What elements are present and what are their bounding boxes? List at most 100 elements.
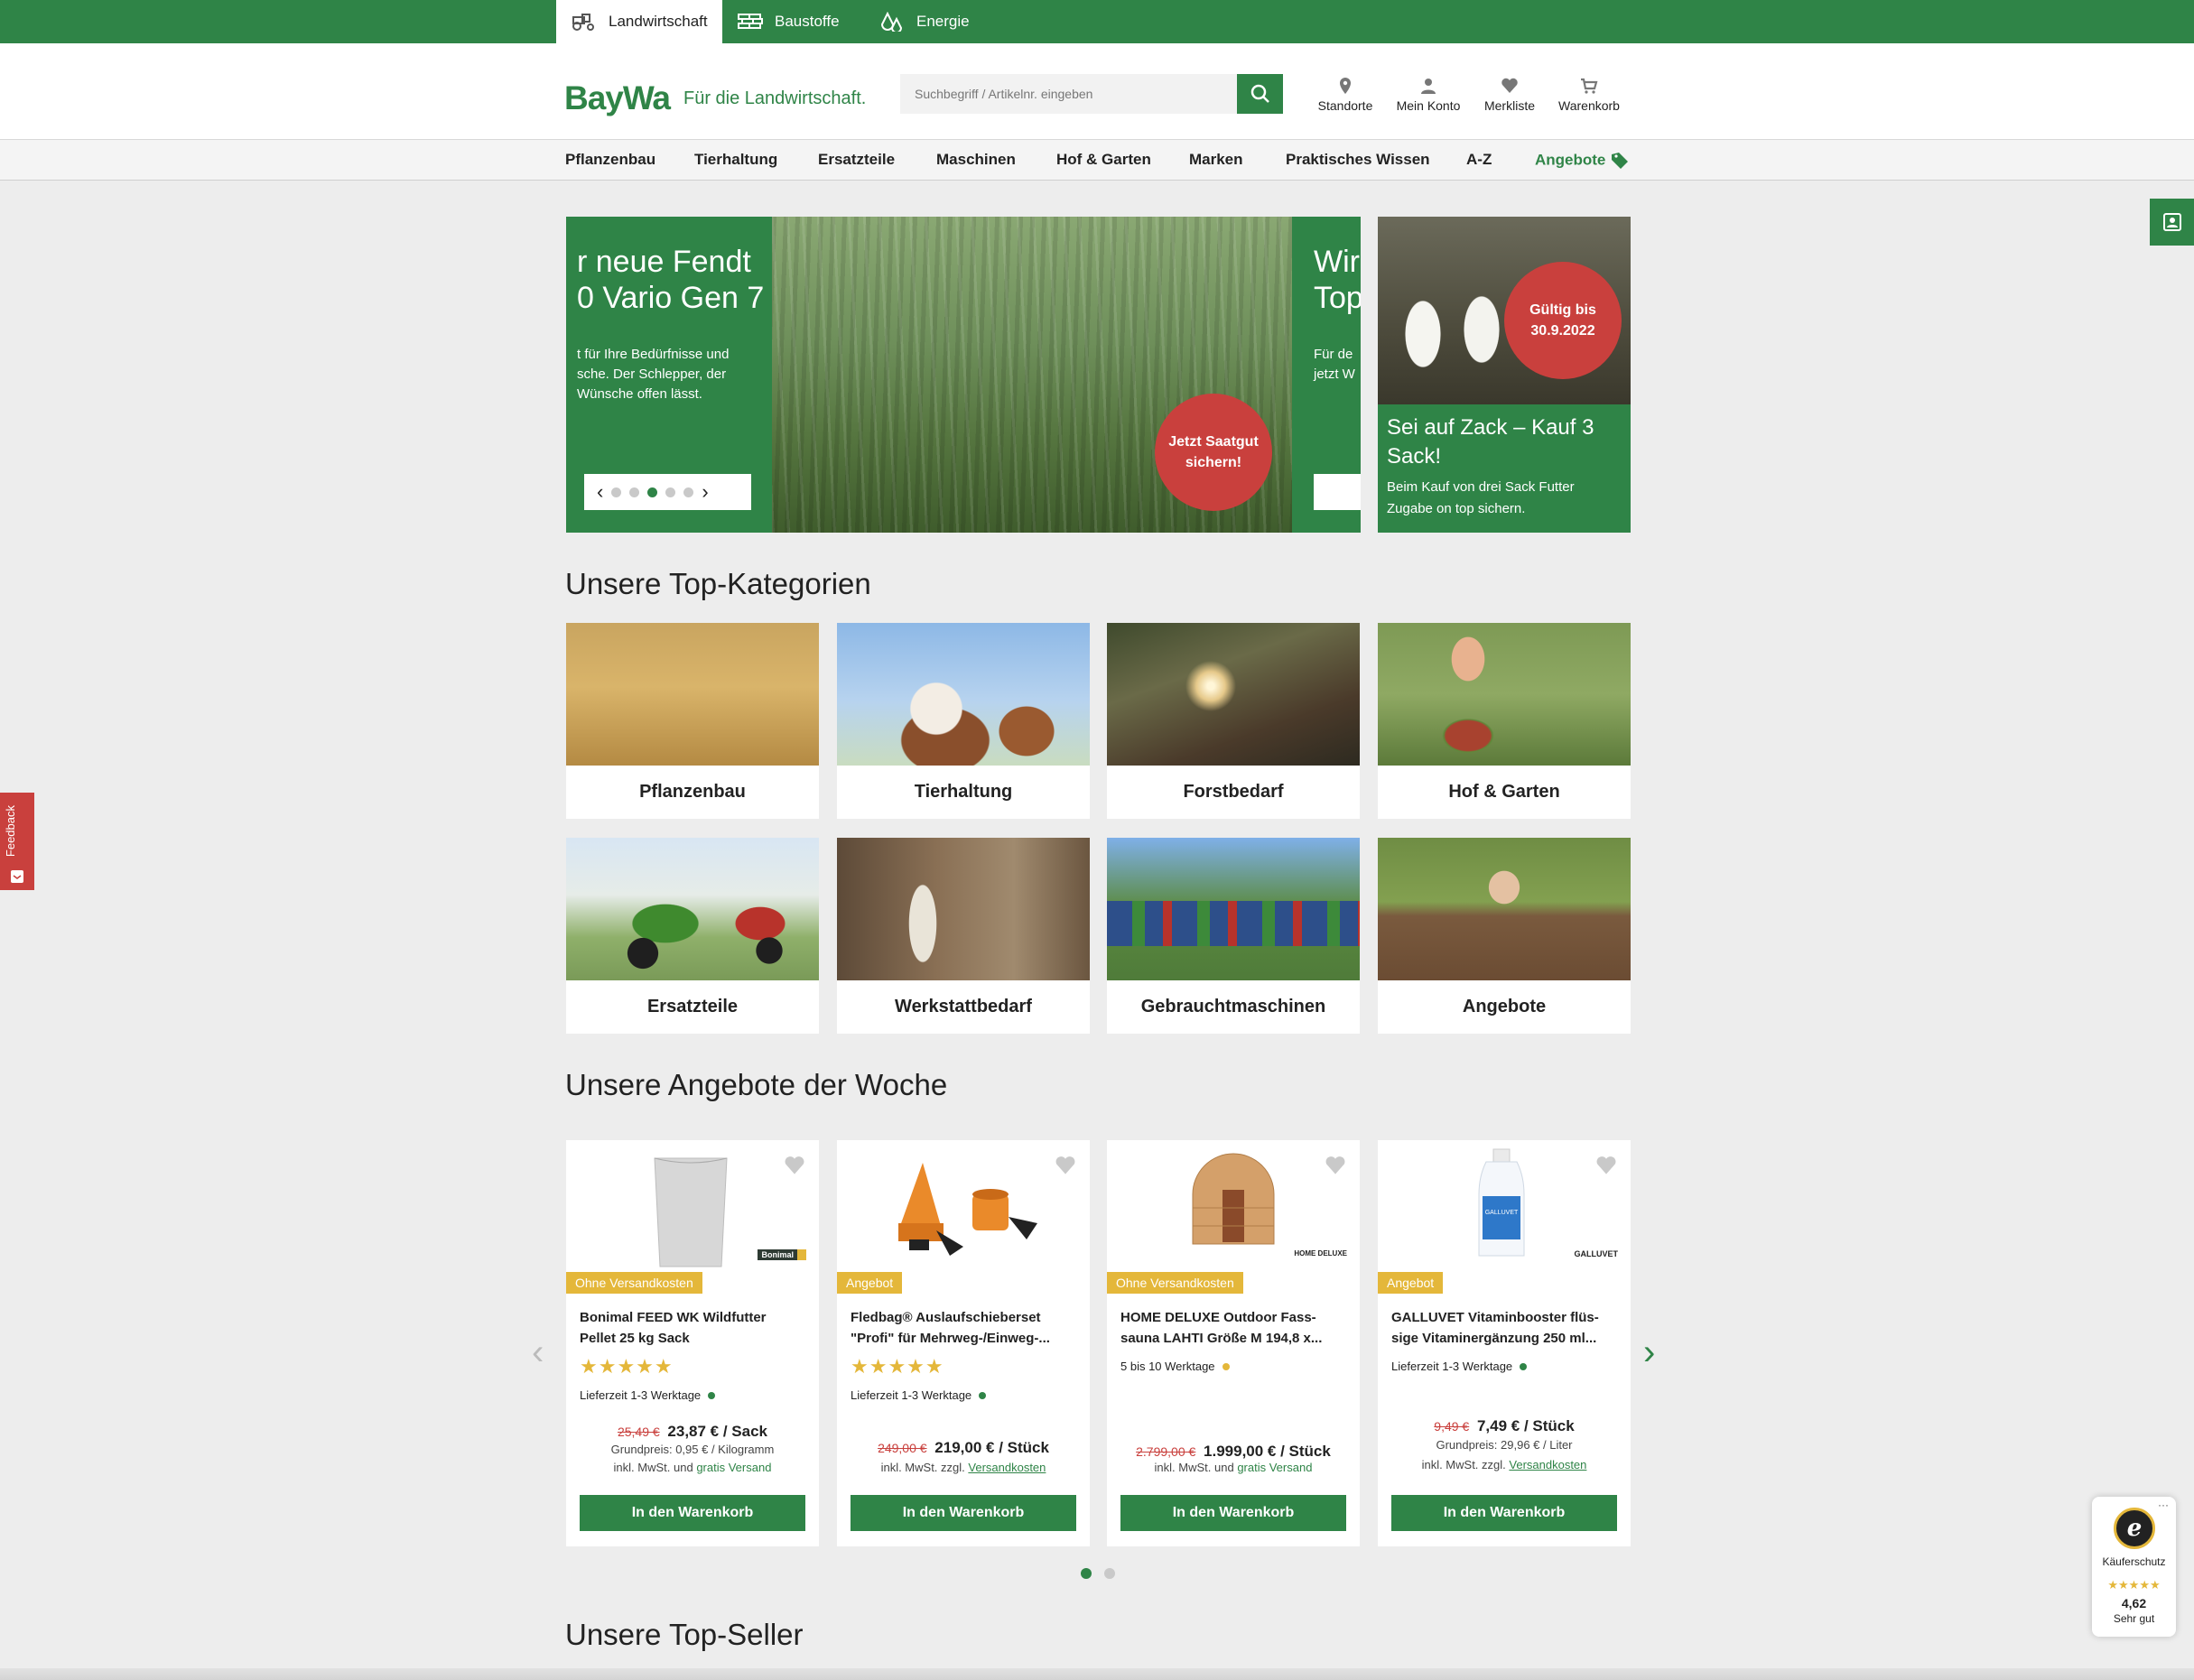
hero-text: t für Ihre Bedürfnisse und sche. Der Sch…: [577, 347, 730, 402]
chevron-right-icon[interactable]: ›: [1643, 1334, 1655, 1370]
tab-label: Landwirtschaft: [609, 13, 708, 30]
category-label: Tierhaltung: [914, 782, 1013, 802]
pagination-dot-active[interactable]: [1081, 1568, 1092, 1579]
header-warenkorb[interactable]: Warenkorb: [1544, 77, 1634, 113]
product-card[interactable]: GALLUVET GALLUVET Angebot GALLUVET Vitam…: [1378, 1140, 1631, 1546]
nav-item-ersatzteile[interactable]: Ersatzteile: [818, 151, 895, 169]
heart-icon[interactable]: [1054, 1155, 1077, 1176]
nav-item-praktisches-wissen[interactable]: Praktisches Wissen: [1286, 151, 1430, 169]
product-title[interactable]: HOME DELUXE Outdoor Fass- sauna LAHTI Gr…: [1120, 1307, 1351, 1349]
tax-prefix: inkl. MwSt. und: [613, 1461, 693, 1474]
trusted-shops-badge[interactable]: ··· e Käuferschutz ★★★★★ 4,62 Sehr gut: [2092, 1497, 2176, 1637]
pagination-dot[interactable]: [1104, 1568, 1115, 1579]
category-forstbedarf[interactable]: Forstbedarf: [1107, 623, 1360, 819]
add-to-cart-button[interactable]: In den Warenkorb: [851, 1495, 1076, 1531]
product-card[interactable]: Angebot Fledbag® Auslaufschieberset "Pro…: [837, 1140, 1090, 1546]
nav-item-a-z[interactable]: A-Z: [1466, 151, 1492, 169]
category-image: [837, 623, 1090, 766]
price-line: 9,49 € 7,49 € / Stück: [1378, 1417, 1631, 1435]
carousel-dot-active[interactable]: [647, 487, 658, 497]
category-image: [837, 838, 1090, 980]
nav-item-tierhaltung[interactable]: Tierhaltung: [694, 151, 777, 169]
category-gebrauchtmaschinen[interactable]: Gebrauchtmaschinen: [1107, 838, 1360, 1034]
next-slide-text: Für de jetzt W: [1314, 347, 1355, 382]
delivery-info: Lieferzeit 1-3 Werktage: [580, 1388, 716, 1402]
base-price: Grundpreis: 29,96 € / Liter: [1436, 1438, 1573, 1452]
category-pflanzenbau[interactable]: Pflanzenbau: [566, 623, 819, 819]
tab-baustoffe[interactable]: Baustoffe: [722, 0, 854, 43]
tab-energie[interactable]: Energie: [864, 0, 984, 43]
shipping-link[interactable]: gratis Versand: [696, 1461, 771, 1474]
carousel-dot[interactable]: [683, 487, 694, 497]
availability-dot: [1520, 1362, 1528, 1370]
category-angebote[interactable]: Angebote: [1378, 838, 1631, 1034]
product-badge: Angebot: [1378, 1272, 1444, 1294]
delivery-text: 5 bis 10 Werktage: [1120, 1360, 1215, 1373]
energy-drops-icon: [880, 12, 903, 32]
delivery-text: Lieferzeit 1-3 Werktage: [580, 1388, 702, 1402]
product-title[interactable]: GALLUVET Vitaminbooster flüs- sige Vitam…: [1391, 1307, 1622, 1349]
contact-tab[interactable]: [2150, 199, 2194, 246]
category-ersatzteile[interactable]: Ersatzteile: [566, 838, 819, 1034]
category-hof-garten[interactable]: Hof & Garten: [1378, 623, 1631, 819]
nav-item-maschinen[interactable]: Maschinen: [936, 151, 1016, 169]
carousel-dot[interactable]: [629, 487, 640, 497]
nav-item-marken[interactable]: Marken: [1189, 151, 1243, 169]
category-image: [1378, 623, 1631, 766]
brand-logo: GALLUVET: [1574, 1249, 1619, 1258]
location-pin-icon: [1340, 78, 1351, 94]
category-werkstattbedarf[interactable]: Werkstattbedarf: [837, 838, 1090, 1034]
shipping-link[interactable]: Versandkosten: [1509, 1458, 1586, 1471]
search-button[interactable]: [1237, 74, 1283, 114]
section-title-categories: Unsere Top-Kategorien: [565, 567, 871, 600]
feedback-tab[interactable]: Feedback: [0, 793, 34, 890]
carousel-controls: ‹ ›: [584, 474, 751, 510]
product-card[interactable]: HOME DELUXE Ohne Versandkosten HOME DELU…: [1107, 1140, 1360, 1546]
product-title[interactable]: Fledbag® Auslaufschieberset "Profi" für …: [851, 1307, 1081, 1349]
header-merkliste[interactable]: Merkliste: [1464, 77, 1555, 113]
tab-landwirtschaft[interactable]: Landwirtschaft: [556, 0, 722, 43]
chevron-left-icon[interactable]: ‹: [597, 482, 603, 502]
baywa-logo[interactable]: BayWa: [564, 79, 671, 117]
shipping-link[interactable]: gratis Versand: [1237, 1461, 1312, 1474]
search-input[interactable]: [900, 74, 1237, 114]
current-price: 219,00 € / Stück: [934, 1439, 1049, 1456]
category-tierhaltung[interactable]: Tierhaltung: [837, 623, 1090, 819]
old-price: 249,00 €: [878, 1441, 927, 1455]
nav-item-angebote[interactable]: Angebote: [1535, 151, 1630, 171]
price-tag-icon: [1612, 153, 1629, 169]
header-icon-label: Standorte: [1317, 98, 1373, 113]
heart-icon[interactable]: [1594, 1155, 1618, 1176]
category-label: Werkstattbedarf: [895, 997, 1032, 1016]
product-title[interactable]: Bonimal FEED WK Wildfutter Pellet 25 kg …: [580, 1307, 810, 1349]
chevron-right-icon[interactable]: ›: [702, 482, 708, 502]
trust-seal-icon: e: [2114, 1508, 2155, 1549]
chevron-left-icon[interactable]: ‹: [532, 1334, 544, 1370]
heart-icon[interactable]: [783, 1155, 806, 1176]
add-to-cart-button[interactable]: In den Warenkorb: [1391, 1495, 1617, 1531]
promo-card[interactable]: Gültig bis 30.9.2022 Sei auf Zack – Kauf…: [1378, 217, 1631, 533]
hero-carousel[interactable]: r neue Fendt 0 Vario Gen 7 t für Ihre Be…: [566, 217, 1361, 533]
carousel-dot[interactable]: [665, 487, 676, 497]
category-image: [566, 623, 819, 766]
header-standorte[interactable]: Standorte: [1300, 77, 1390, 113]
add-to-cart-button[interactable]: In den Warenkorb: [580, 1495, 805, 1531]
header-mein-konto[interactable]: Mein Konto: [1383, 77, 1474, 113]
category-label: Hof & Garten: [1448, 782, 1560, 802]
brand-logo: Bonimal: [758, 1249, 806, 1260]
promo-text: Beim Kauf von drei Sack Futter Zugabe on…: [1387, 479, 1575, 516]
carousel-dot[interactable]: [611, 487, 622, 497]
product-image: [898, 1163, 1037, 1256]
nav-item-hof-garten[interactable]: Hof & Garten: [1056, 151, 1151, 169]
hero-cta-badge[interactable]: Jetzt Saatgut sichern!: [1155, 394, 1272, 511]
shipping-link[interactable]: Versandkosten: [968, 1461, 1046, 1474]
old-price: 2.799,00 €: [1136, 1444, 1196, 1459]
more-icon[interactable]: ···: [2158, 1499, 2169, 1511]
product-card[interactable]: Bonimal Ohne Versandkosten Bonimal FEED …: [566, 1140, 819, 1546]
heart-icon[interactable]: [1324, 1155, 1347, 1176]
add-to-cart-button[interactable]: In den Warenkorb: [1120, 1495, 1346, 1531]
delivery-text: Lieferzeit 1-3 Werktage: [851, 1388, 972, 1402]
user-icon: [1421, 79, 1436, 94]
site-header: BayWa Für die Landwirtschaft. Standorte …: [0, 43, 2194, 140]
nav-item-pflanzenbau[interactable]: Pflanzenbau: [565, 151, 655, 169]
